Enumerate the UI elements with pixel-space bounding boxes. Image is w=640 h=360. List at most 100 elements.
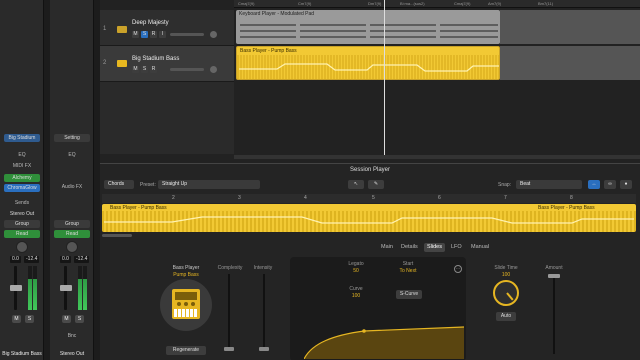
start-value[interactable]: To Next xyxy=(388,268,428,274)
player-avatar[interactable] xyxy=(160,279,212,331)
s-curve-button[interactable]: S-Curve xyxy=(396,290,422,299)
pan-value: 0.0 xyxy=(60,256,71,263)
pan-knob[interactable] xyxy=(16,241,28,253)
horizontal-scrollbar[interactable] xyxy=(234,155,640,159)
instrument-slot[interactable]: Big Stadium xyxy=(4,134,40,142)
editor-scrollbar[interactable] xyxy=(102,234,132,237)
bass-icon xyxy=(117,60,127,67)
track-volume-slider[interactable] xyxy=(170,33,204,36)
bass-notes xyxy=(237,55,499,79)
volume-fader-cap[interactable] xyxy=(10,285,22,291)
pencil-tool-button[interactable]: ✎ xyxy=(368,180,384,189)
playhead[interactable] xyxy=(384,0,385,155)
midi-fx-label[interactable]: MIDI FX xyxy=(0,163,44,169)
curve-label: Curve xyxy=(349,286,363,292)
more-options-icon[interactable]: ⋯ xyxy=(454,265,462,273)
level-value: -12.4 xyxy=(24,256,40,263)
mute-button[interactable]: M xyxy=(62,315,71,323)
track-name[interactable]: Big Stadium Bass xyxy=(132,56,179,62)
plugin-slot-alchemy[interactable]: Alchemy xyxy=(4,174,40,182)
track-pan-knob[interactable] xyxy=(210,66,217,73)
strip-name: Big Stadium Bass xyxy=(2,351,42,357)
slide-curve-graph[interactable] xyxy=(304,313,464,359)
intensity-thumb[interactable] xyxy=(259,347,269,351)
tab-details[interactable]: Details xyxy=(398,243,421,252)
bounce-label[interactable]: Bnc xyxy=(50,333,94,339)
track-pan-knob[interactable] xyxy=(210,31,217,38)
auto-button[interactable]: Auto xyxy=(496,312,516,321)
track-record-button[interactable]: R xyxy=(150,31,157,38)
region-title: Bass Player - Pump Bass xyxy=(240,48,297,54)
track-mute-button[interactable]: M xyxy=(132,66,139,73)
channel-strip-2: Setting EQ Audio FX Group Read 0.0 -12.4… xyxy=(50,0,94,360)
automation-read[interactable]: Read xyxy=(4,230,40,238)
group-slot[interactable]: Group xyxy=(54,220,90,228)
tab-manual[interactable]: Manual xyxy=(468,243,492,252)
track-input-button[interactable]: I xyxy=(159,31,166,38)
zoom-fit-icon[interactable]: ↔ xyxy=(588,180,600,189)
track-header-1[interactable]: 1 Deep Majesty M S R I xyxy=(100,10,234,46)
track-name[interactable]: Deep Majesty xyxy=(132,20,169,26)
track-volume-slider[interactable] xyxy=(170,68,204,71)
eq-label[interactable]: EQ xyxy=(50,152,94,158)
eq-label[interactable]: EQ xyxy=(0,152,44,158)
bar-number: 5 xyxy=(372,195,375,201)
pan-value: 0.0 xyxy=(10,256,21,263)
ruler-chord: Cmaj7(9) xyxy=(454,1,471,6)
track-solo-button[interactable]: S xyxy=(141,66,148,73)
bar-number: 7 xyxy=(504,195,507,201)
chord-ruler[interactable]: Cmaj7(9) Cm7(9) Dm7(9) B♭ma...(sus2) Cma… xyxy=(234,0,640,8)
complexity-label: Complexity xyxy=(217,265,243,271)
bar-number: 6 xyxy=(438,195,441,201)
track-solo-button[interactable]: S xyxy=(141,31,148,38)
tab-main[interactable]: Main xyxy=(378,243,396,252)
complexity-slider[interactable] xyxy=(228,274,230,350)
preset-dropdown[interactable]: Straight Up xyxy=(158,180,260,189)
panel-title: Session Player xyxy=(349,167,391,173)
ruler-chord: Am7(9) xyxy=(488,1,502,6)
amount-slider[interactable] xyxy=(553,274,555,354)
regenerate-button[interactable]: Regenerate xyxy=(166,346,206,355)
keyboard-region[interactable]: Keyboard Player - Modulated Pad xyxy=(236,10,500,44)
slide-time-knob[interactable] xyxy=(493,280,519,306)
link-icon[interactable]: ∞ xyxy=(604,180,616,189)
output-label[interactable]: Stereo Out xyxy=(0,211,44,217)
editor-ruler[interactable]: 2 3 4 5 6 7 8 xyxy=(102,194,636,203)
tab-lfo[interactable]: LFO xyxy=(448,243,465,252)
legato-label: Legato xyxy=(348,261,364,267)
amount-thumb[interactable] xyxy=(548,274,560,278)
empty-track-list xyxy=(100,82,234,154)
mute-button[interactable]: M xyxy=(12,315,21,323)
track-header-2[interactable]: 2 Big Stadium Bass M S R xyxy=(100,46,234,82)
bass-region[interactable]: Bass Player - Pump Bass xyxy=(236,46,500,80)
keyboard-icon xyxy=(117,26,127,33)
slide-time-value[interactable]: 100 xyxy=(488,272,524,278)
solo-button[interactable]: S xyxy=(25,315,34,323)
legato-value[interactable]: 50 xyxy=(336,268,376,274)
group-slot[interactable]: Group xyxy=(4,220,40,228)
audio-fx-label[interactable]: Audio FX xyxy=(50,184,94,190)
snap-label: Snap: xyxy=(498,182,512,188)
pan-knob[interactable] xyxy=(66,241,78,253)
chords-dropdown[interactable]: Chords xyxy=(104,180,134,189)
level-meter-right xyxy=(83,266,87,310)
tab-slides[interactable]: Slides xyxy=(424,243,445,252)
editor-region[interactable]: Bass Player - Pump Bass Bass Player - Pu… xyxy=(102,204,636,232)
volume-fader-cap[interactable] xyxy=(60,285,72,291)
snap-dropdown[interactable]: Beat xyxy=(516,180,582,189)
track-mute-button[interactable]: M xyxy=(132,31,139,38)
solo-button[interactable]: S xyxy=(75,315,84,323)
setting-slot[interactable]: Setting xyxy=(54,134,90,142)
curve-value[interactable]: 100 xyxy=(336,293,376,299)
track-record-button[interactable]: R xyxy=(150,66,157,73)
player-name[interactable]: Pump Bass xyxy=(156,272,216,278)
intensity-slider[interactable] xyxy=(263,274,265,350)
bar-number: 3 xyxy=(238,195,241,201)
sends-label[interactable]: Sends xyxy=(0,200,44,206)
plugin-slot-chromaglow[interactable]: ChromaGlow xyxy=(4,184,40,192)
pointer-tool-button[interactable]: ↖ xyxy=(348,180,364,189)
automation-read[interactable]: Read xyxy=(54,230,90,238)
complexity-thumb[interactable] xyxy=(224,347,234,351)
ruler-chord: Bm7(11) xyxy=(538,1,554,6)
settings-icon[interactable]: ● xyxy=(620,180,632,189)
